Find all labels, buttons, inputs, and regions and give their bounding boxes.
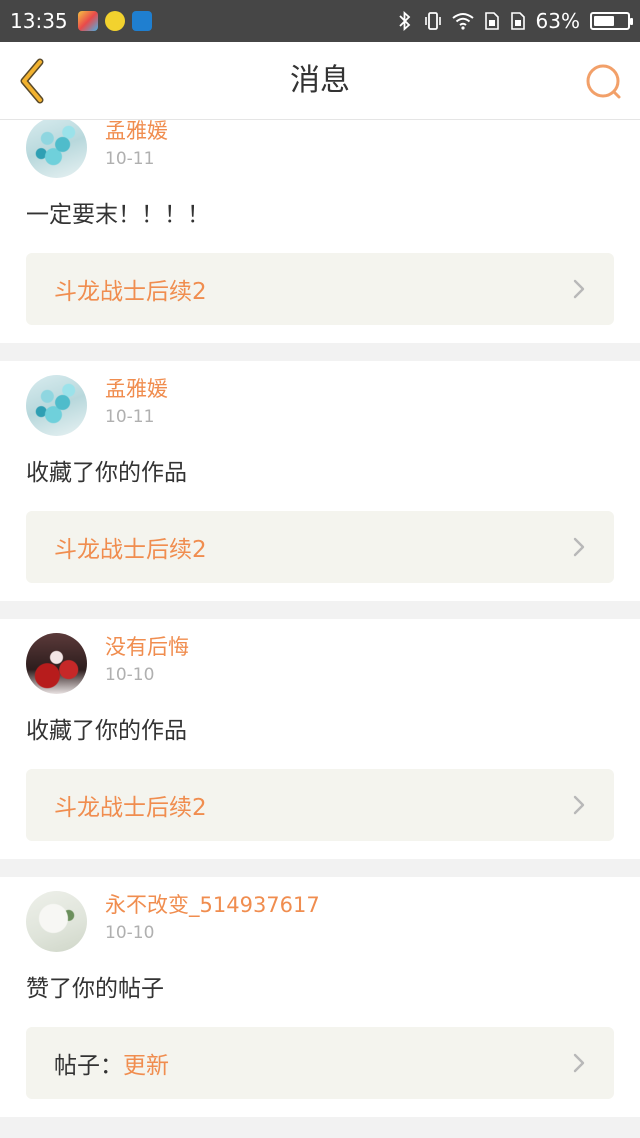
battery-percent: 63% bbox=[535, 9, 580, 33]
message-header: 没有后悔 10-10 bbox=[26, 633, 614, 695]
username[interactable]: 孟雅媛 bbox=[105, 120, 168, 145]
message-text: 收藏了你的作品 bbox=[26, 718, 187, 744]
message-text: 收藏了你的作品 bbox=[26, 460, 187, 486]
message-card: 孟雅媛 10-11 收藏了你的作品 斗龙战士后续2 bbox=[0, 361, 640, 601]
page-title: 消息 bbox=[290, 63, 350, 98]
message-date: 10-10 bbox=[105, 665, 155, 685]
status-bar: 13:35 63% bbox=[0, 0, 640, 42]
work-link[interactable]: 帖子： 更新 bbox=[26, 1027, 614, 1099]
work-link-title: 斗龙战士后续2 bbox=[54, 537, 207, 563]
message-header: 孟雅媛 10-11 bbox=[26, 375, 614, 437]
sim2-icon bbox=[510, 12, 525, 30]
avatar[interactable] bbox=[26, 633, 87, 694]
work-link[interactable]: 斗龙战士后续2 bbox=[26, 253, 614, 325]
chevron-right-icon bbox=[573, 1053, 585, 1073]
username[interactable]: 没有后悔 bbox=[105, 633, 189, 661]
app-icon-2 bbox=[104, 11, 125, 31]
chevron-right-icon bbox=[573, 537, 585, 557]
app-icon-3 bbox=[131, 11, 152, 31]
battery-level bbox=[594, 16, 614, 26]
message-header: 永不改变_514937617 10-10 bbox=[26, 891, 614, 953]
work-link[interactable]: 斗龙战士后续2 bbox=[26, 511, 614, 583]
battery-icon bbox=[590, 12, 633, 30]
wifi-icon bbox=[451, 13, 474, 30]
avatar[interactable] bbox=[26, 375, 87, 436]
avatar[interactable] bbox=[26, 120, 87, 178]
app-icon-1 bbox=[77, 11, 98, 31]
chevron-right-icon bbox=[573, 279, 585, 299]
work-link[interactable]: 斗龙战士后续2 bbox=[26, 769, 614, 841]
message-card: 没有后悔 10-10 收藏了你的作品 斗龙战士后续2 bbox=[0, 619, 640, 859]
user-meta: 永不改变_514937617 10-10 bbox=[105, 891, 320, 947]
sim1-icon bbox=[484, 12, 499, 30]
user-meta: 孟雅媛 10-11 bbox=[105, 120, 168, 173]
nav-bar: 消息 bbox=[0, 42, 640, 120]
work-link-title: 斗龙战士后续2 bbox=[54, 795, 207, 821]
vibrate-icon bbox=[424, 12, 441, 30]
user-meta: 孟雅媛 10-11 bbox=[105, 375, 168, 431]
message-text: 赞了你的帖子 bbox=[26, 976, 164, 1002]
message-list: 孟雅媛 10-11 一定要末！！！！ 斗龙战士后续2 孟雅媛 10-11 收藏了… bbox=[0, 120, 640, 1135]
chevron-right-icon bbox=[573, 795, 585, 815]
search-icon[interactable] bbox=[584, 62, 624, 102]
work-link-title: 斗龙战士后续2 bbox=[54, 279, 207, 305]
bluetooth-icon bbox=[398, 11, 410, 31]
message-date: 10-11 bbox=[105, 149, 155, 169]
username[interactable]: 孟雅媛 bbox=[105, 375, 168, 403]
message-card: 永不改变_514937617 10-10 赞了你的帖子 帖子： 更新 bbox=[0, 877, 640, 1117]
message-date: 10-11 bbox=[105, 407, 155, 427]
username[interactable]: 永不改变_514937617 bbox=[105, 891, 320, 919]
message-feed[interactable]: 孟雅媛 10-11 一定要末！！！！ 斗龙战士后续2 孟雅媛 10-11 收藏了… bbox=[0, 120, 640, 1138]
work-link-title: 更新 bbox=[123, 1053, 169, 1079]
message-date: 10-10 bbox=[105, 923, 155, 943]
work-link-prefix: 帖子： bbox=[54, 1053, 123, 1079]
message-header: 孟雅媛 10-11 bbox=[26, 120, 614, 179]
message-text: 一定要末！！！！ bbox=[26, 202, 210, 228]
message-card: 孟雅媛 10-11 一定要末！！！！ 斗龙战士后续2 bbox=[0, 120, 640, 343]
user-meta: 没有后悔 10-10 bbox=[105, 633, 189, 689]
avatar[interactable] bbox=[26, 891, 87, 952]
status-icons: 63% bbox=[396, 9, 633, 33]
status-time: 13:35 bbox=[10, 9, 68, 33]
